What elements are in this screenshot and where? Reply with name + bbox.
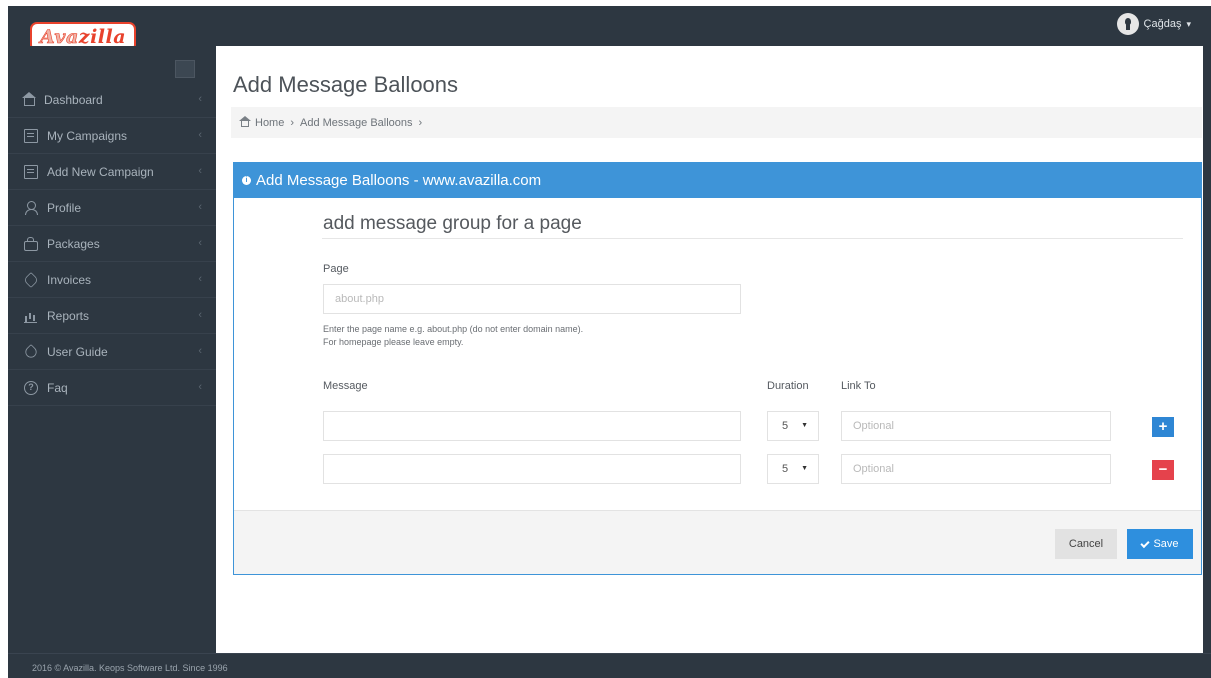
message-input[interactable] <box>323 411 741 441</box>
add-message-panel: i Add Message Balloons - www.avazilla.co… <box>233 162 1202 575</box>
chevron-left-icon: ‹ <box>198 381 202 393</box>
form-title: add message group for a page <box>323 213 582 234</box>
message-input[interactable] <box>323 454 741 484</box>
sidebar-item-user-guide[interactable]: User Guide ‹ <box>8 334 216 370</box>
sidebar-item-reports[interactable]: Reports ‹ <box>8 298 216 334</box>
message-label: Message <box>323 380 368 392</box>
sidebar-item-label: User Guide <box>47 344 108 359</box>
sidebar-item-label: Dashboard <box>44 92 103 107</box>
chevron-left-icon: ‹ <box>198 309 202 321</box>
sidebar-item-label: Faq <box>47 380 68 395</box>
check-icon <box>1140 538 1151 548</box>
campaigns-icon <box>24 128 38 143</box>
user-menu[interactable]: Çağdaş ▾ <box>1116 13 1191 35</box>
sidebar-item-invoices[interactable]: Invoices ‹ <box>8 262 216 298</box>
add-campaign-icon <box>24 164 38 179</box>
bag-icon <box>24 236 38 251</box>
sidebar-menu: Dashboard ‹ My Campaigns ‹ Add New Campaig… <box>8 82 216 406</box>
dropdown-arrow-icon: ▼ <box>801 422 808 429</box>
dropdown-arrow-icon: ▼ <box>801 465 808 472</box>
page-title: Add Message Balloons <box>233 72 459 97</box>
add-row-button[interactable]: + <box>1152 417 1174 437</box>
main-content: Add Message Balloons Home › Add Message … <box>216 46 1203 653</box>
bar-chart-icon <box>24 309 38 323</box>
avatar <box>1116 13 1139 35</box>
chevron-left-icon: ‹ <box>198 273 202 285</box>
panel-header: i Add Message Balloons - www.avazilla.co… <box>234 163 1201 198</box>
duration-select[interactable]: 5 ▼ <box>767 411 819 441</box>
user-icon <box>24 200 38 215</box>
chevron-left-icon: ‹ <box>198 129 202 141</box>
chevron-left-icon: ‹ <box>198 165 202 177</box>
sidebar-item-label: Invoices <box>47 272 92 287</box>
sidebar-item-add-new-campaign[interactable]: Add New Campaign ‹ <box>8 154 216 190</box>
duration-select[interactable]: 5 ▼ <box>767 454 819 484</box>
save-button[interactable]: Save <box>1127 529 1193 559</box>
breadcrumb-separator: › <box>290 116 295 129</box>
panel-footer: Cancel Save <box>234 510 1201 574</box>
breadcrumb: Home › Add Message Balloons › <box>231 107 1202 138</box>
link-to-input[interactable] <box>841 411 1111 441</box>
breadcrumb-separator: › <box>418 116 423 129</box>
app-frame: Avazilla Çağdaş ▾ Dashboard ‹ My Campaign… <box>8 6 1211 678</box>
sidebar-item-packages[interactable]: Packages ‹ <box>8 226 216 262</box>
logo-text: Avazilla <box>39 26 127 49</box>
chevron-left-icon: ‹ <box>198 345 202 357</box>
page-label: Page <box>323 263 349 275</box>
breadcrumb-home-link[interactable]: Home <box>255 117 284 129</box>
home-icon <box>239 116 251 127</box>
sidebar-item-label: My Campaigns <box>47 128 128 143</box>
page-help-text: Enter the page name e.g. about.php (do n… <box>323 324 584 347</box>
info-icon: i <box>242 176 251 185</box>
sidebar-item-my-campaigns[interactable]: My Campaigns ‹ <box>8 118 216 154</box>
sidebar-item-label: Add New Campaign <box>47 164 154 179</box>
chevron-left-icon: ‹ <box>198 201 202 213</box>
divider <box>322 238 1183 239</box>
guide-icon <box>23 343 39 360</box>
link-to-input[interactable] <box>841 454 1111 484</box>
home-icon <box>22 92 36 106</box>
cancel-button[interactable]: Cancel <box>1055 529 1117 559</box>
sidebar-item-label: Packages <box>47 236 100 251</box>
breadcrumb-current[interactable]: Add Message Balloons <box>300 117 413 129</box>
sidebar-item-profile[interactable]: Profile ‹ <box>8 190 216 226</box>
sidebar-item-dashboard[interactable]: Dashboard ‹ <box>8 82 216 118</box>
chevron-left-icon: ‹ <box>198 237 202 249</box>
top-bar: Avazilla Çağdaş ▾ <box>8 6 1211 59</box>
remove-row-button[interactable]: − <box>1152 460 1174 480</box>
sidebar-toggle-button[interactable] <box>175 60 195 78</box>
page-input[interactable] <box>323 284 741 314</box>
chevron-left-icon: ‹ <box>198 93 202 105</box>
duration-label: Duration <box>767 380 809 392</box>
sidebar-item-faq[interactable]: ? Faq ‹ <box>8 370 216 406</box>
sidebar-item-label: Profile <box>47 200 82 215</box>
question-icon: ? <box>24 380 38 395</box>
panel-title: Add Message Balloons - www.avazilla.com <box>256 172 542 189</box>
footer: 2016 © Avazilla. Keops Software Ltd. Sin… <box>8 653 1211 678</box>
chevron-down-icon: ▾ <box>1186 18 1191 29</box>
sidebar: Dashboard ‹ My Campaigns ‹ Add New Campaig… <box>8 46 216 653</box>
tag-icon <box>23 271 39 288</box>
sidebar-item-label: Reports <box>47 308 90 323</box>
user-name: Çağdaş <box>1143 18 1182 30</box>
link-to-label: Link To <box>841 380 876 392</box>
